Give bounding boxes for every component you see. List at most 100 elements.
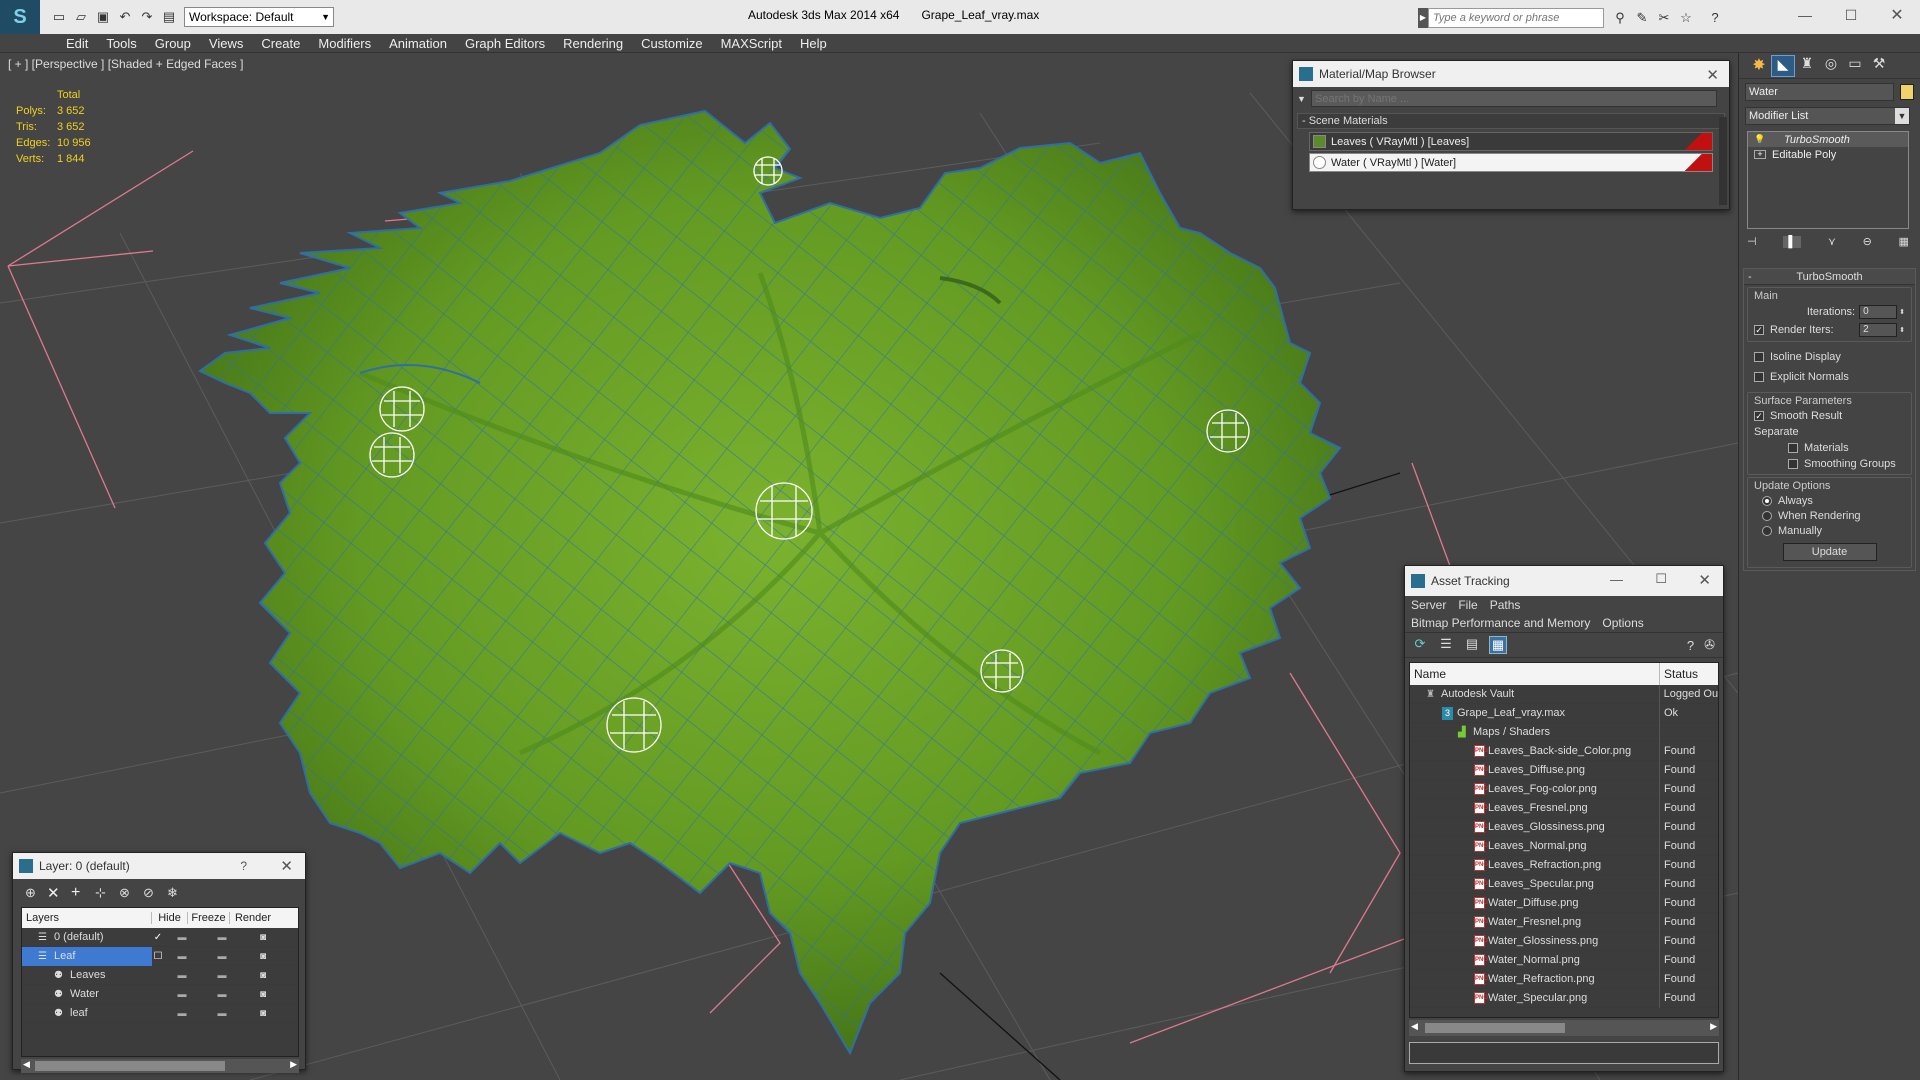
save-icon[interactable]: ▣ (95, 9, 111, 25)
make-unique-icon[interactable]: ⋎ (1828, 235, 1836, 248)
column-name[interactable]: Name (1410, 663, 1660, 685)
tree-view-icon[interactable]: ▤ (1463, 636, 1481, 654)
keyword-search-input[interactable] (1428, 8, 1604, 28)
active-layer-check-icon[interactable]: ✓ (152, 932, 164, 943)
delete-layer-icon[interactable]: ✕ (47, 884, 71, 902)
render-toggle-icon[interactable]: ◙ (240, 989, 286, 1000)
render-iters-spinner[interactable]: 2 (1859, 323, 1898, 337)
refresh-icon[interactable]: ⟳ (1411, 636, 1429, 654)
redo-icon[interactable]: ↷ (139, 9, 155, 25)
layer-horizontal-scrollbar[interactable]: ◀ ▶ (21, 1059, 299, 1073)
maximize-icon[interactable]: ☐ (1828, 7, 1874, 24)
asset-row[interactable]: PNG Leaves_Fog-color.png Found (1410, 779, 1718, 799)
remove-modifier-icon[interactable]: ⊖ (1863, 235, 1872, 248)
menu-animation[interactable]: Animation (380, 34, 456, 53)
workspace-dropdown[interactable]: Workspace: Default ▼ (184, 7, 334, 27)
object-color-swatch[interactable] (1900, 84, 1914, 100)
app-logo-icon[interactable]: S (0, 0, 40, 34)
add-to-layer-icon[interactable]: + (71, 884, 95, 902)
close-icon[interactable]: ✕ (280, 857, 293, 875)
grape-leaf-mesh[interactable] (198, 109, 1342, 1056)
material-item-water[interactable]: Water ( VRayMtl ) [Water] (1309, 153, 1713, 172)
asset-row[interactable]: PNG Leaves_Specular.png Found (1410, 874, 1718, 894)
motion-tab-icon[interactable]: ◎ (1819, 55, 1843, 77)
current-layer-box-icon[interactable]: ☐ (152, 951, 164, 962)
asset-tracking-titlebar[interactable]: Asset Tracking — ☐ ✕ (1405, 566, 1723, 596)
show-end-result-icon[interactable]: ▌ (1783, 235, 1802, 248)
asset-row[interactable]: ♜ Autodesk Vault Logged Ou (1410, 684, 1718, 704)
favorites-star-icon[interactable]: ☆ (1678, 10, 1694, 26)
menu-tools[interactable]: Tools (97, 34, 145, 53)
asset-row[interactable]: PNG Water_Specular.png Found (1410, 988, 1718, 1008)
viewport-label[interactable]: [ + ] [Perspective ] [Shaded + Edged Fac… (8, 57, 243, 71)
asset-row[interactable]: PNG Water_Refraction.png Found (1410, 969, 1718, 989)
freeze-toggle-icon[interactable]: ▬ (204, 1008, 240, 1018)
freeze-toggle-icon[interactable]: ▬ (204, 989, 240, 999)
undo-icon[interactable]: ↶ (117, 9, 133, 25)
render-toggle-icon[interactable]: ◙ (240, 951, 286, 962)
light-bulb-icon[interactable]: 💡 (1754, 134, 1766, 145)
menu-modifiers[interactable]: Modifiers (309, 34, 380, 53)
hide-toggle-icon[interactable]: ▬ (164, 1008, 200, 1018)
scroll-left-icon[interactable]: ◀ (23, 1059, 30, 1070)
asset-row[interactable]: PNG Leaves_Back-side_Color.png Found (1410, 741, 1718, 761)
render-iters-checkbox[interactable]: ✓ (1754, 325, 1764, 335)
menu-views[interactable]: Views (200, 34, 252, 53)
options-triangle-icon[interactable]: ▼ (1297, 94, 1311, 104)
hide-toggle-icon[interactable]: ▬ (164, 951, 200, 961)
menu-edit[interactable]: Edit (57, 34, 97, 53)
menu-server[interactable]: Server (1411, 598, 1446, 612)
menu-help[interactable]: Help (791, 34, 836, 53)
column-layers[interactable]: Layers (22, 912, 152, 924)
menu-rendering[interactable]: Rendering (554, 34, 632, 53)
column-hide[interactable]: Hide (152, 912, 188, 924)
menu-paths[interactable]: Paths (1490, 598, 1521, 612)
scene-materials-header[interactable]: - Scene Materials (1297, 113, 1725, 129)
material-search-input[interactable] (1311, 90, 1717, 107)
render-toggle-icon[interactable]: ◙ (240, 970, 286, 981)
asset-row[interactable]: PNG Water_Normal.png Found (1410, 950, 1718, 970)
menu-group[interactable]: Group (146, 34, 200, 53)
scroll-right-icon[interactable]: ▶ (1710, 1021, 1717, 1032)
explicit-normals-checkbox[interactable] (1754, 372, 1764, 382)
scroll-thumb[interactable] (1425, 1023, 1565, 1033)
asset-row[interactable]: PNG Water_Glossiness.png Found (1410, 931, 1718, 951)
pin-icon[interactable]: ✇ (1704, 637, 1715, 653)
close-icon[interactable]: ✕ (1706, 66, 1719, 84)
open-file-icon[interactable]: ▱ (73, 9, 89, 25)
update-always-radio[interactable] (1762, 496, 1772, 506)
material-browser-scrollbar[interactable] (1719, 117, 1727, 205)
stack-item-editable-poly[interactable]: + Editable Poly (1748, 147, 1908, 162)
modify-tab-icon[interactable]: ◣ (1771, 54, 1795, 77)
rollout-header[interactable]: - TurboSmooth (1744, 269, 1915, 285)
asset-row[interactable]: ▟ Maps / Shaders (1410, 722, 1718, 742)
menu-bitmap-performance[interactable]: Bitmap Performance and Memory (1411, 616, 1590, 630)
new-file-icon[interactable]: ▭ (51, 9, 67, 25)
hide-toggle-icon[interactable]: ▬ (164, 989, 200, 999)
freeze-all-icon[interactable]: ❄ (167, 885, 191, 901)
help-icon[interactable]: ? (240, 859, 247, 873)
modifier-list-dropdown[interactable]: Modifier List ▼ (1745, 107, 1910, 125)
exchange-icon[interactable]: ✂ (1656, 10, 1672, 26)
scroll-left-icon[interactable]: ◀ (1411, 1021, 1418, 1032)
update-manually-radio[interactable] (1762, 526, 1772, 536)
utilities-tab-icon[interactable]: ⚒ (1867, 55, 1891, 77)
asset-row[interactable]: PNG Leaves_Normal.png Found (1410, 836, 1718, 856)
isoline-display-checkbox[interactable] (1754, 352, 1764, 362)
create-layer-icon[interactable]: ⊕ (25, 885, 47, 901)
hide-all-icon[interactable]: ⊘ (143, 885, 167, 901)
close-icon[interactable]: ✕ (1698, 571, 1711, 589)
asset-row[interactable]: PNG Water_Diffuse.png Found (1410, 893, 1718, 913)
menu-customize[interactable]: Customize (632, 34, 711, 53)
project-folder-icon[interactable]: ▤ (161, 9, 177, 25)
freeze-toggle-icon[interactable]: ▬ (204, 970, 240, 980)
asset-horizontal-scrollbar[interactable]: ◀ ▶ (1409, 1020, 1719, 1036)
render-toggle-icon[interactable]: ◙ (240, 932, 286, 943)
layer-row[interactable]: ☰ 0 (default) ✓ ▬ ▬ ◙ (22, 928, 298, 947)
asset-row[interactable]: PNG Leaves_Glossiness.png Found (1410, 817, 1718, 837)
stack-item-turbosmooth[interactable]: 💡 TurboSmooth (1748, 132, 1908, 147)
layer-row[interactable]: ☰ Leaf ☐ ▬ ▬ ◙ (22, 946, 298, 966)
freeze-toggle-icon[interactable]: ▬ (204, 951, 240, 961)
minimize-icon[interactable]: — (1610, 572, 1623, 587)
render-toggle-icon[interactable]: ◙ (240, 1008, 286, 1019)
